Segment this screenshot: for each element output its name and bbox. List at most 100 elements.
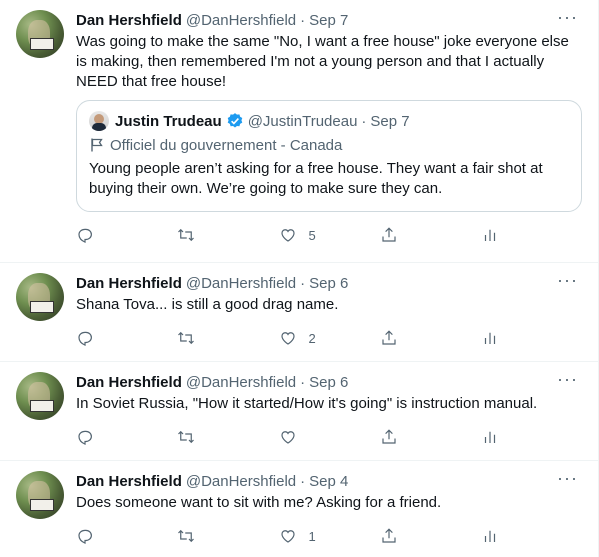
reply-button[interactable] [76,329,136,347]
tweet-body: Dan Hershfield @DanHershfield · Sep 7 ··… [76,8,582,262]
share-button[interactable] [380,226,440,244]
tweet-header: Dan Hershfield @DanHershfield · Sep 6 [76,372,582,392]
analytics-icon [484,332,496,344]
like-button[interactable]: 2 [279,329,339,347]
tweet-header: Dan Hershfield @DanHershfield · Sep 6 [76,273,582,293]
share-button[interactable] [380,329,440,347]
share-icon [382,429,396,444]
quoted-author-name: Justin Trudeau [115,112,222,130]
tweet[interactable]: Dan Hershfield @DanHershfield · Sep 6 ··… [0,362,598,461]
more-icon[interactable]: ··· [557,469,578,487]
tweet[interactable]: Dan Hershfield @DanHershfield · Sep 4 ··… [0,461,598,557]
analytics-button[interactable] [481,527,501,545]
avatar-sign [30,301,54,313]
tweet-body: Dan Hershfield @DanHershfield · Sep 4 ··… [76,469,582,557]
more-icon[interactable]: ··· [557,370,578,388]
author-handle[interactable]: @DanHershfield [186,374,296,391]
quoted-author-handle: @JustinTrudeau [247,112,358,130]
action-bar: 1 [76,515,501,557]
tweet[interactable]: Dan Hershfield @DanHershfield · Sep 6 ··… [0,263,598,362]
analytics-button[interactable] [481,329,501,347]
tweet-body: Dan Hershfield @DanHershfield · Sep 6 ··… [76,370,582,460]
timeline: Dan Hershfield @DanHershfield · Sep 7 ··… [0,0,599,557]
author-name[interactable]: Dan Hershfield [76,275,182,292]
author-handle[interactable]: @DanHershfield [186,12,296,29]
avatar-column [16,471,64,557]
analytics-button[interactable] [481,226,501,244]
reply-button[interactable] [76,527,136,545]
separator: · [361,112,367,130]
separator: · [300,373,306,391]
quoted-tweet[interactable]: Justin Trudeau @JustinTrudeau · Sep 7 Of… [76,100,582,212]
retweet-icon [178,331,195,345]
more-icon[interactable]: ··· [557,271,578,289]
author-handle[interactable]: @DanHershfield [186,275,296,292]
retweet-icon [178,529,195,543]
like-button[interactable] [279,428,339,446]
retweet-icon [178,228,195,242]
quoted-avatar-suit [92,123,106,131]
like-icon [280,332,295,345]
share-icon [382,528,396,543]
like-button[interactable]: 1 [279,527,339,545]
tweet-date[interactable]: Sep 6 [309,275,348,292]
retweet-icon [178,430,195,444]
retweet-button[interactable] [177,428,237,446]
retweet-button[interactable] [177,329,237,347]
avatar-sign [30,499,54,511]
quoted-header: Justin Trudeau @JustinTrudeau · Sep 7 [89,111,569,131]
tweet-date[interactable]: Sep 4 [309,473,348,490]
share-button[interactable] [380,527,440,545]
share-icon [382,227,396,242]
avatar-column [16,10,64,262]
avatar-sign [30,38,54,50]
reply-icon [78,228,92,244]
tweet-date[interactable]: Sep 7 [309,12,348,29]
reply-button[interactable] [76,226,136,244]
quoted-text: Young people aren’t asking for a free ho… [89,160,543,197]
quoted-date: Sep 7 [370,112,410,130]
retweet-button[interactable] [177,527,237,545]
tweet-text: Shana Tova... is still a good drag name. [76,296,339,313]
tweet-header: Dan Hershfield @DanHershfield · Sep 7 [76,10,582,30]
like-count: 5 [308,227,316,243]
like-count: 2 [308,330,316,346]
tweet-text: Was going to make the same "No, I want a… [76,33,574,90]
analytics-icon [484,229,496,241]
tweet-text: In Soviet Russia, "How it started/How it… [76,395,538,412]
analytics-icon [484,530,496,542]
reply-icon [78,331,92,347]
action-bar: 5 [76,214,501,256]
analytics-button[interactable] [481,428,501,446]
author-name[interactable]: Dan Hershfield [76,473,182,490]
avatar[interactable] [16,10,64,58]
separator: · [300,274,306,292]
avatar[interactable] [16,273,64,321]
action-bar: 2 [76,317,501,359]
like-button[interactable]: 5 [279,226,339,244]
tweet[interactable]: Dan Hershfield @DanHershfield · Sep 7 ··… [0,0,598,263]
avatar[interactable] [16,372,64,420]
like-icon [280,229,295,242]
retweet-button[interactable] [177,226,237,244]
author-name[interactable]: Dan Hershfield [76,374,182,391]
separator: · [300,472,306,490]
avatar-sign [30,400,54,412]
reply-button[interactable] [76,428,136,446]
avatar-column [16,273,64,361]
verified-icon [227,113,242,128]
reply-icon [78,529,92,545]
tweet-text: Does someone want to sit with me? Asking… [76,494,442,511]
avatar[interactable] [16,471,64,519]
like-icon [280,431,295,444]
share-icon [382,330,396,345]
government-label[interactable]: Officiel du gouvernement - Canada [89,135,569,155]
like-count: 1 [308,528,316,544]
author-name[interactable]: Dan Hershfield [76,12,182,29]
action-bar [76,416,501,458]
tweet-date[interactable]: Sep 6 [309,374,348,391]
more-icon[interactable]: ··· [557,8,578,26]
analytics-icon [484,431,496,443]
share-button[interactable] [380,428,440,446]
author-handle[interactable]: @DanHershfield [186,473,296,490]
